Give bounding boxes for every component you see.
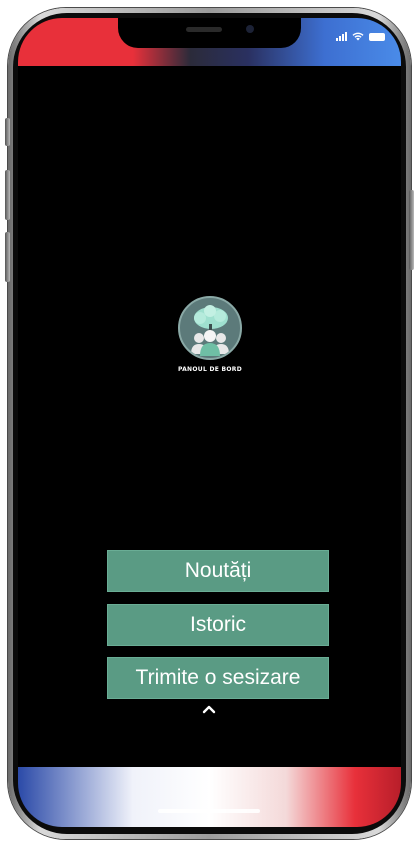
app-logo: PANOUL DE BORD — [176, 296, 244, 373]
signal-icon — [336, 32, 347, 41]
power-button — [409, 190, 414, 270]
news-button[interactable]: Noutăți — [107, 550, 329, 592]
page: PANOUL DE BORD Noutăți Istoric Trimite o… — [0, 0, 419, 845]
chevron-up-icon[interactable] — [202, 702, 216, 716]
speaker-grille — [186, 27, 222, 32]
mute-switch — [5, 118, 10, 146]
app-content: PANOUL DE BORD Noutăți Istoric Trimite o… — [18, 66, 401, 766]
history-button[interactable]: Istoric — [107, 604, 329, 646]
battery-icon — [369, 33, 385, 41]
phone-screen: PANOUL DE BORD Noutăți Istoric Trimite o… — [18, 18, 401, 827]
logo-caption: PANOUL DE BORD — [177, 366, 243, 373]
volume-up-button — [5, 170, 10, 220]
wifi-icon — [352, 32, 364, 41]
notch — [118, 18, 301, 48]
send-report-button[interactable]: Trimite o sesizare — [107, 657, 329, 699]
volume-down-button — [5, 232, 10, 282]
home-indicator[interactable] — [158, 809, 260, 813]
front-camera — [246, 25, 254, 33]
status-bar-icons — [336, 32, 385, 41]
wallpaper-bottom — [18, 767, 401, 827]
people-tree-logo-icon — [178, 296, 242, 360]
